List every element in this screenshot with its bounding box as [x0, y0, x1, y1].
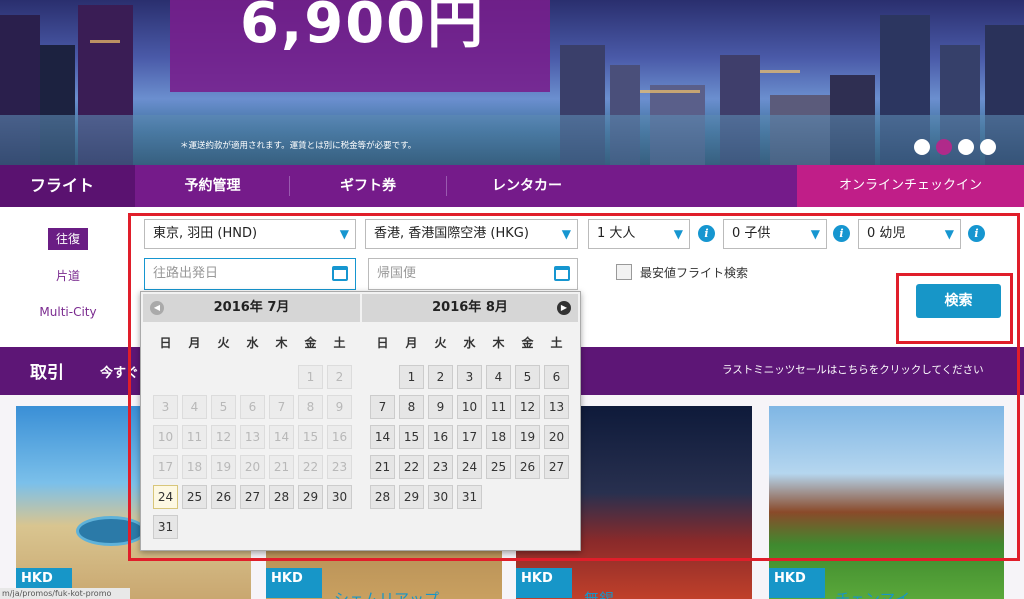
carousel-dot-4[interactable] — [980, 139, 996, 155]
status-url: m/ja/promos/fuk-kot-promo — [0, 588, 130, 599]
trip-type-round[interactable]: 往復 — [48, 228, 88, 250]
deal-currency: HKD — [516, 568, 572, 598]
deal-destination: チェンマイ — [835, 590, 911, 599]
trip-type-oneway[interactable]: 片道 — [40, 267, 96, 284]
carousel-dot-2[interactable] — [936, 139, 952, 155]
promo-price: 6,900円 — [240, 0, 486, 56]
deal-currency: HKD — [266, 568, 322, 598]
deal-destination: 無錫 — [584, 590, 615, 599]
tab-flight[interactable]: フライト — [0, 165, 135, 207]
carousel-dot-1[interactable] — [914, 139, 930, 155]
tab-manage-booking[interactable]: 予約管理 — [135, 165, 290, 207]
tab-gift-voucher[interactable]: ギフト券 — [290, 165, 446, 207]
trip-type-multi-city[interactable]: Multi-City — [30, 305, 106, 319]
highlight-box — [896, 273, 1013, 344]
carousel-dot-3[interactable] — [958, 139, 974, 155]
deals-title: 取引 — [30, 363, 64, 383]
tab-online-checkin[interactable]: オンラインチェックイン — [797, 165, 1024, 207]
promo-note: ＊運送約款が適用されます。運賃とは別に税金等が必要です。 — [180, 141, 417, 151]
deal-currency: HKD — [769, 568, 825, 598]
highlight-box — [128, 213, 1020, 561]
tab-rental-car[interactable]: レンタカー — [447, 165, 607, 207]
deal-destination: シェムリアップ — [334, 590, 440, 599]
